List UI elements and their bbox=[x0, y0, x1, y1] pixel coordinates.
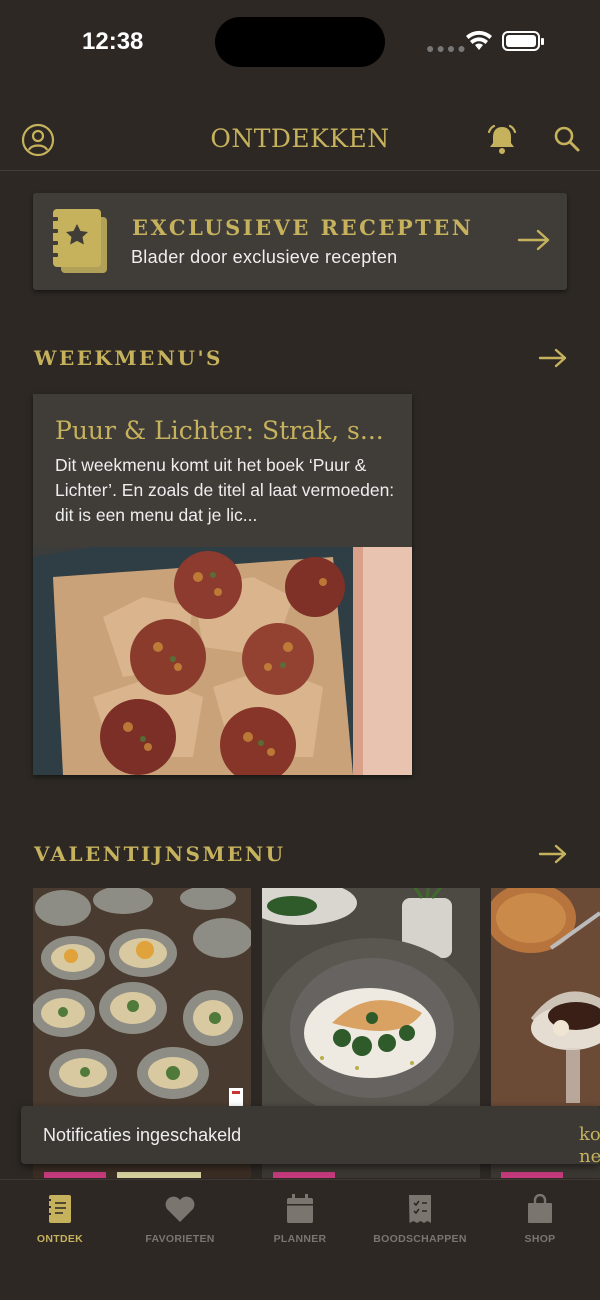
heart-icon bbox=[165, 1196, 195, 1222]
tab-label: FAVORIETEN bbox=[145, 1233, 215, 1245]
tab-label: BOODSCHAPPEN bbox=[373, 1233, 467, 1245]
card-tag bbox=[501, 1172, 563, 1178]
exclusive-recipes-banner[interactable]: EXCLUSIEVE RECEPTEN Blader door exclusie… bbox=[33, 193, 567, 290]
dynamic-island bbox=[215, 17, 385, 67]
tab-favorieten[interactable]: FAVORIETEN bbox=[120, 1194, 240, 1245]
card-tag bbox=[117, 1172, 201, 1178]
snackbar: Notificaties ingeschakeld bbox=[21, 1106, 600, 1164]
receipt-icon bbox=[409, 1195, 431, 1223]
recipe-book-star-icon bbox=[50, 209, 107, 273]
card-tag bbox=[273, 1172, 335, 1178]
tab-planner[interactable]: PLANNER bbox=[240, 1194, 360, 1245]
tab-label: SHOP bbox=[524, 1233, 556, 1245]
battery-icon bbox=[502, 31, 544, 51]
tab-shop[interactable]: SHOP bbox=[480, 1193, 600, 1245]
wifi-icon bbox=[466, 30, 492, 50]
weekmenus-see-all-arrow-icon[interactable] bbox=[538, 347, 568, 369]
section-title-valentijnsmenu: VALENTIJNSMENU bbox=[34, 842, 286, 866]
top-app-bar: ONTDEKKEN bbox=[0, 110, 600, 171]
card-peek-text: ko bbox=[579, 1124, 600, 1145]
tab-label: ONTDEK bbox=[36, 1233, 84, 1245]
banner-title: EXCLUSIEVE RECEPTEN bbox=[132, 215, 474, 240]
arrow-right-icon bbox=[517, 229, 550, 251]
signal-dots-icon: ●●●● bbox=[426, 40, 468, 56]
banner-subtitle: Blader door exclusieve recepten bbox=[131, 247, 398, 267]
tab-ontdek[interactable]: ONTDEK bbox=[0, 1194, 120, 1245]
status-bar: 12:38 ●●●● bbox=[0, 0, 600, 90]
weekmenu-card-title: Puur & Lichter: Strak, s... bbox=[55, 416, 384, 445]
search-icon[interactable] bbox=[550, 122, 586, 158]
book-icon bbox=[47, 1195, 71, 1223]
status-time: 12:38 bbox=[82, 28, 144, 55]
bottom-tab-bar: ONTDEK FAVORIETEN PLANNER BOODSCHAPPEN S… bbox=[0, 1179, 600, 1300]
bag-icon bbox=[528, 1193, 552, 1223]
weekmenu-card-description: Dit weekmenu komt uit het boek ‘Puur & L… bbox=[55, 455, 395, 525]
valentijn-see-all-arrow-icon[interactable] bbox=[538, 843, 568, 865]
weekmenu-card[interactable]: Puur & Lichter: Strak, s... Dit weekmenu… bbox=[33, 394, 412, 775]
weekmenu-card-image bbox=[33, 547, 412, 775]
card-tag bbox=[44, 1172, 106, 1178]
tab-boodschappen[interactable]: BOODSCHAPPEN bbox=[360, 1194, 480, 1245]
card-peek-text: ne bbox=[579, 1146, 600, 1167]
notification-bell-icon[interactable] bbox=[484, 122, 520, 158]
snackbar-text: Notificaties ingeschakeld bbox=[43, 1125, 242, 1145]
tab-label: PLANNER bbox=[273, 1233, 327, 1245]
section-title-weekmenus: WEEKMENU'S bbox=[34, 346, 224, 370]
calendar-icon bbox=[287, 1194, 313, 1223]
